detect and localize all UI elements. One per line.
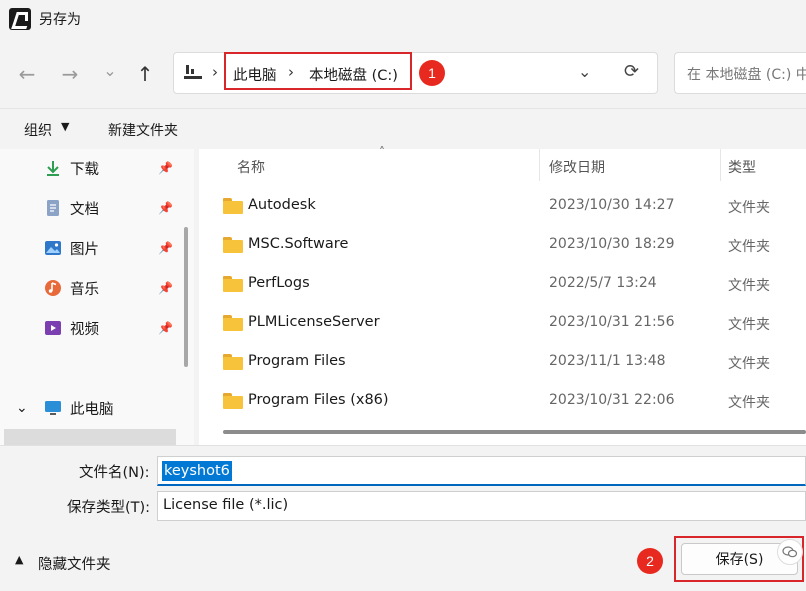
horizontal-scrollbar[interactable] xyxy=(223,430,806,434)
file-date: 2023/10/31 21:56 xyxy=(549,314,675,330)
pin-icon[interactable]: 📌 xyxy=(158,241,173,255)
app-logo-icon xyxy=(9,8,31,30)
filename-label: 文件名(N): xyxy=(79,465,150,481)
sidebar-item-documents[interactable]: 文档 📌 xyxy=(0,189,178,227)
file-list: ˄ 名称 修改日期 类型 Autodesk 2023/10/30 14:27 文… xyxy=(199,145,806,445)
file-date: 2023/11/1 13:48 xyxy=(549,353,666,369)
file-type: 文件夹 xyxy=(728,200,770,216)
file-type: 文件夹 xyxy=(728,395,770,411)
address-bar[interactable]: › 此电脑 › 本地磁盘 (C:) 1 ⌄ ⟳ xyxy=(173,52,658,94)
filetype-value: License file (*.lic) xyxy=(163,497,289,513)
column-header-name[interactable]: 名称 xyxy=(237,157,265,177)
sidebar-item-label: 此电脑 xyxy=(70,401,114,418)
back-arrow-icon[interactable]: ← xyxy=(13,62,41,86)
table-row[interactable]: PerfLogs 2022/5/7 13:24 文件夹 xyxy=(199,265,806,304)
this-pc-icon xyxy=(184,65,202,81)
video-icon xyxy=(45,321,61,335)
search-placeholder: 在 本地磁盘 (C:) 中搜索 xyxy=(687,67,806,83)
save-form: 文件名(N): keyshot6 保存类型(T): License file (… xyxy=(0,445,806,591)
sidebar-selected-item[interactable] xyxy=(4,429,176,445)
up-arrow-icon[interactable]: ↑ xyxy=(131,62,159,86)
sidebar-item-label: 图片 xyxy=(70,241,99,258)
filename-value[interactable]: keyshot6 xyxy=(162,461,232,481)
pin-icon[interactable]: 📌 xyxy=(158,321,173,335)
pin-icon[interactable]: 📌 xyxy=(158,201,173,215)
folder-icon xyxy=(223,315,243,331)
file-name: PLMLicenseServer xyxy=(248,314,380,330)
folder-icon xyxy=(223,237,243,253)
file-name: Program Files xyxy=(248,353,346,369)
file-date: 2023/10/30 14:27 xyxy=(549,197,675,213)
sidebar-item-this-pc[interactable]: ⌄ 此电脑 xyxy=(0,389,178,427)
file-name: Program Files (x86) xyxy=(248,392,389,408)
file-name: PerfLogs xyxy=(248,275,310,291)
column-divider[interactable] xyxy=(720,149,721,181)
navigation-bar: ← → ⌄ ↑ › 此电脑 › 本地磁盘 (C:) 1 ⌄ ⟳ 在 本地磁盘 (… xyxy=(0,38,806,108)
filetype-select[interactable]: License file (*.lic) xyxy=(157,491,806,521)
window-title: 另存为 xyxy=(39,12,81,28)
sidebar-item-label: 视频 xyxy=(70,321,99,338)
recent-locations-icon[interactable]: ⌄ xyxy=(96,58,124,82)
table-row[interactable]: Program Files 2023/11/1 13:48 文件夹 xyxy=(199,343,806,382)
table-row[interactable]: MSC.Software 2023/10/30 18:29 文件夹 xyxy=(199,226,806,265)
file-type: 文件夹 xyxy=(728,317,770,333)
column-divider[interactable] xyxy=(539,149,540,181)
document-icon xyxy=(47,200,59,216)
file-type: 文件夹 xyxy=(728,356,770,372)
music-icon xyxy=(45,280,61,296)
new-folder-button[interactable]: 新建文件夹 xyxy=(108,120,178,140)
annotation-badge-2: 2 xyxy=(637,548,663,574)
table-row[interactable]: Autodesk 2023/10/30 14:27 文件夹 xyxy=(199,187,806,226)
caret-down-icon[interactable]: ▼ xyxy=(61,120,69,133)
search-input[interactable]: 在 本地磁盘 (C:) 中搜索 xyxy=(674,52,806,94)
folder-icon xyxy=(223,354,243,370)
chevron-down-icon[interactable]: ⌄ xyxy=(16,400,28,416)
file-name: Autodesk xyxy=(248,197,316,213)
folder-icon xyxy=(223,276,243,292)
file-date: 2023/10/31 22:06 xyxy=(549,392,675,408)
table-row[interactable]: Program Files (x86) 2023/10/31 22:06 文件夹 xyxy=(199,382,806,421)
pin-icon[interactable]: 📌 xyxy=(158,161,173,175)
sidebar-item-music[interactable]: 音乐 📌 xyxy=(0,269,178,307)
sort-ascending-icon: ˄ xyxy=(379,145,385,159)
download-icon xyxy=(47,161,59,176)
sidebar-item-label: 文档 xyxy=(70,201,99,218)
sidebar-item-label: 音乐 xyxy=(70,281,99,298)
file-type: 文件夹 xyxy=(728,278,770,294)
folder-icon xyxy=(223,393,243,409)
sidebar-item-downloads[interactable]: 下载 📌 xyxy=(0,149,178,187)
column-header-type[interactable]: 类型 xyxy=(728,157,756,177)
filename-input[interactable]: keyshot6 xyxy=(157,456,806,486)
hide-folders-button[interactable]: 隐藏文件夹 xyxy=(38,553,111,574)
wechat-icon xyxy=(777,539,803,565)
monitor-icon xyxy=(45,401,61,415)
breadcrumb-separator: › xyxy=(212,63,218,81)
caret-up-icon[interactable]: ▲ xyxy=(15,553,23,566)
pin-icon[interactable]: 📌 xyxy=(158,281,173,295)
column-header-date[interactable]: 修改日期 xyxy=(549,157,605,177)
chevron-down-icon[interactable]: ⌄ xyxy=(578,62,591,81)
toolbar: 组织 ▼ 新建文件夹 xyxy=(0,108,806,148)
file-type: 文件夹 xyxy=(728,239,770,255)
refresh-icon[interactable]: ⟳ xyxy=(624,61,639,82)
filetype-label: 保存类型(T): xyxy=(67,500,151,516)
wechat-icon xyxy=(782,546,798,558)
file-name: MSC.Software xyxy=(248,236,349,252)
title-bar: 另存为 xyxy=(0,0,806,38)
annotation-badge-1: 1 xyxy=(419,60,445,86)
file-date: 2023/10/30 18:29 xyxy=(549,236,675,252)
file-date: 2022/5/7 13:24 xyxy=(549,275,657,291)
sidebar-item-pictures[interactable]: 图片 📌 xyxy=(0,229,178,267)
table-row[interactable]: PLMLicenseServer 2023/10/31 21:56 文件夹 xyxy=(199,304,806,343)
forward-arrow-icon[interactable]: → xyxy=(56,62,84,86)
folder-icon xyxy=(223,198,243,214)
sidebar-item-videos[interactable]: 视频 📌 xyxy=(0,309,178,347)
annotation-highlight-box-1 xyxy=(224,52,412,90)
picture-icon xyxy=(45,241,61,255)
navigation-pane: 下载 📌 文档 📌 图片 📌 音乐 📌 视频 📌 ⌄ 此电脑 xyxy=(0,149,194,445)
organize-button[interactable]: 组织 xyxy=(24,120,52,140)
sidebar-item-label: 下载 xyxy=(70,161,99,178)
sidebar-scrollbar[interactable] xyxy=(184,227,188,367)
